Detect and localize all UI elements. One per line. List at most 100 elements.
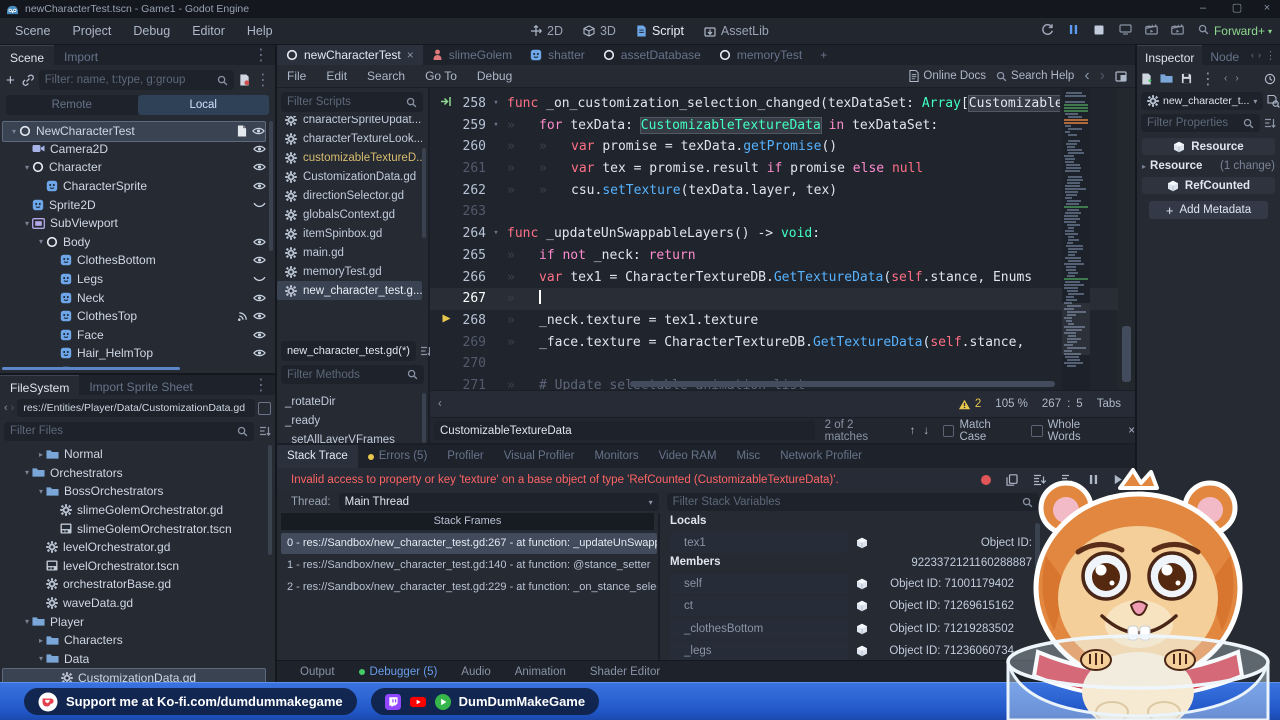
script-list-item[interactable]: new_character_test.g...	[277, 281, 422, 300]
code-line-258[interactable]: 258 ▾ func _on_customization_selection_cha…	[430, 93, 1135, 115]
collapse-icon[interactable]: ▾	[36, 487, 46, 496]
minimize-button[interactable]: –	[1188, 0, 1218, 18]
file-tree-item[interactable]: slimeGolemOrchestrator.gd	[2, 501, 266, 520]
eye-icon[interactable]	[253, 237, 266, 247]
indent-mode[interactable]: Tabs	[1097, 398, 1121, 410]
script-list-item[interactable]: characterTextureLook...	[277, 129, 422, 148]
debugger-tab-network-profiler[interactable]: Network Profiler	[770, 445, 872, 468]
property-tools-icon[interactable]	[1264, 117, 1276, 129]
script-list-item[interactable]: itemSpinbox.gd	[277, 224, 422, 243]
code-line-262[interactable]: 262 »» csu.setTexture(texData.layer, tex)	[430, 180, 1135, 202]
script-menu-go-to[interactable]: Go To	[415, 69, 467, 83]
variable-value[interactable]: Object ID: 71001179402	[874, 574, 1014, 594]
resource-menu-icon[interactable]: ⋮	[1200, 69, 1216, 89]
scene-tree-hscrollbar[interactable]	[2, 367, 180, 370]
file-tree-item[interactable]: levelOrchestrator.tscn	[2, 557, 266, 576]
menu-scene[interactable]: Scene	[4, 24, 61, 38]
expand-icon[interactable]: ▸	[36, 636, 46, 645]
history-forward-icon[interactable]: ›	[1100, 67, 1105, 85]
bottom-tab-output[interactable]: Output	[289, 661, 346, 683]
scene-tree-item[interactable]: ClothesBottom	[2, 251, 266, 270]
variable-value[interactable]: Object ID: 71219283502	[874, 619, 1014, 639]
method-list-vscrollbar[interactable]	[422, 393, 426, 443]
script-list-item[interactable]: directionSelector.gd	[277, 186, 422, 205]
scene-tree-menu-icon[interactable]: ⋮	[255, 70, 271, 90]
bottom-tab-shader-editor[interactable]: Shader Editor	[579, 661, 671, 683]
debugger-tab-visual-profiler[interactable]: Visual Profiler	[494, 445, 585, 468]
match-case-checkbox[interactable]	[943, 424, 955, 437]
fold-icon[interactable]: ▾	[490, 93, 502, 115]
debugger-tab-stack-trace[interactable]: Stack Trace	[277, 445, 358, 468]
line-number[interactable]: 262	[448, 180, 486, 202]
method-list-item[interactable]: _rotateDir	[277, 392, 422, 411]
instances-icon[interactable]	[1190, 24, 1216, 38]
prev-tab-icon[interactable]: ‹	[1251, 50, 1254, 60]
history-back-icon[interactable]: ‹	[1084, 67, 1089, 85]
debugger-tab-misc[interactable]: Misc	[727, 445, 771, 468]
fold-icon[interactable]: ▾	[490, 115, 502, 137]
save-resource-icon[interactable]	[1181, 73, 1192, 84]
collapse-icon[interactable]: ▾	[36, 654, 46, 663]
collapse-icon[interactable]: ▾	[36, 237, 46, 246]
pause-icon[interactable]	[1060, 24, 1086, 38]
whole-words-checkbox[interactable]	[1031, 424, 1043, 437]
scene-tree-item[interactable]: Hair_HelmTop	[2, 344, 266, 363]
variable-name[interactable]: ct	[670, 596, 848, 616]
line-number[interactable]: 263	[448, 201, 486, 223]
script-menu-search[interactable]: Search	[357, 69, 415, 83]
remote-debug-icon[interactable]	[1112, 24, 1138, 38]
tab-inspector[interactable]: Inspector	[1137, 45, 1203, 65]
line-number[interactable]: 260	[448, 136, 486, 158]
line-number[interactable]: 268	[448, 310, 486, 332]
variable-name[interactable]: tex1	[670, 533, 848, 553]
scene-tree-item[interactable]: Neck	[2, 288, 266, 307]
script-list-vscrollbar[interactable]	[422, 148, 426, 238]
find-next-icon[interactable]: ↓	[923, 425, 929, 437]
script-list-item[interactable]: memoryTest.gd	[277, 262, 422, 281]
workspace-2d[interactable]: 2D	[520, 24, 573, 38]
eye-icon[interactable]	[253, 311, 266, 322]
scene-tab-shatter[interactable]: shatter	[521, 45, 594, 65]
movie-maker-icon[interactable]	[1164, 24, 1190, 38]
toggle-split-icon[interactable]	[258, 401, 271, 415]
variable-name[interactable]: self	[670, 573, 848, 594]
add-node-button[interactable]: +	[4, 72, 17, 89]
eye-icon[interactable]	[253, 348, 266, 358]
history-back-icon[interactable]: ‹	[1224, 73, 1227, 84]
filter-stack-variables-input[interactable]: Filter Stack Variables	[666, 493, 1039, 511]
line-number[interactable]: 270	[448, 353, 486, 375]
script-list-item[interactable]: main.gd	[277, 243, 422, 262]
nav-forward-icon[interactable]: ›	[11, 402, 15, 414]
eye-icon[interactable]	[252, 125, 265, 137]
replay-icon[interactable]	[1034, 23, 1060, 39]
close-button[interactable]: ×	[1252, 0, 1280, 18]
find-prev-icon[interactable]: ↑	[910, 425, 916, 437]
code-vscrollbar-track[interactable]	[1118, 88, 1135, 390]
filter-methods-input[interactable]: Filter Methods	[281, 365, 424, 384]
resource-category-header[interactable]: Resource	[1142, 138, 1275, 155]
script-menu-file[interactable]: File	[277, 69, 316, 83]
scene-tree-item[interactable]: ▾ NewCharacterTest	[2, 121, 266, 142]
scene-tree-vscrollbar[interactable]	[269, 121, 273, 251]
collapse-panel-icon[interactable]: ‹	[430, 398, 442, 410]
file-tree-item[interactable]: ▾ Player	[2, 612, 266, 631]
warnings-indicator[interactable]: 2	[958, 398, 981, 410]
new-scene-tab-button[interactable]: +	[811, 45, 836, 65]
debugger-tab-profiler[interactable]: Profiler	[437, 445, 493, 468]
code-line-268[interactable]: 268 » _neck.texture = tex1.texture	[430, 310, 1135, 332]
load-resource-icon[interactable]	[1160, 73, 1173, 84]
collapse-icon[interactable]: ▾	[9, 127, 19, 136]
close-tab-icon[interactable]: ×	[407, 48, 414, 62]
open-docs-icon[interactable]	[1267, 94, 1280, 108]
remote-tab[interactable]: Remote	[6, 99, 138, 111]
debugger-tab-video-ram[interactable]: Video RAM	[649, 445, 727, 468]
minimap-viewport[interactable]	[1062, 303, 1090, 355]
line-number[interactable]: 261	[448, 158, 486, 180]
path-field[interactable]: res://Entities/Player/Data/Customization…	[17, 399, 255, 417]
file-tree-item[interactable]: slimeGolemOrchestrator.tscn	[2, 519, 266, 538]
scene-tree-item[interactable]: Legs	[2, 270, 266, 289]
file-filter-input[interactable]: Filter Files	[4, 421, 254, 441]
script-menu-edit[interactable]: Edit	[316, 69, 357, 83]
line-number[interactable]: 265	[448, 245, 486, 267]
variable-value[interactable]: Object ID: 71269615162	[874, 596, 1014, 616]
